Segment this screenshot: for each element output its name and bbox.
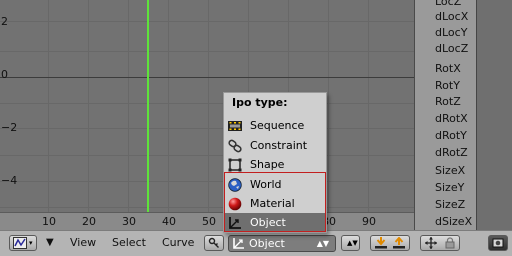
channel-label[interactable]: SizeY: [435, 182, 464, 194]
x-axis-label: 20: [82, 215, 96, 228]
menu-item-label: World: [250, 178, 282, 191]
channel-label[interactable]: SizeX: [435, 165, 465, 177]
channel-label[interactable]: dLocY: [435, 27, 467, 39]
curve-menu[interactable]: Curve: [162, 237, 194, 249]
current-frame-line[interactable]: [147, 0, 149, 212]
ipo-type-menu: Ipo type: Sequence Constraint Shape Worl…: [223, 92, 327, 233]
grid-line: [168, 0, 169, 212]
render-button[interactable]: [488, 235, 508, 251]
grid-line: [0, 155, 414, 156]
x-axis-label: 90: [362, 215, 376, 228]
channel-label[interactable]: RotY: [435, 80, 460, 92]
sequence-icon: [228, 121, 242, 131]
channel-list[interactable]: LocZ dLocX dLocY dLocZ RotX RotY RotZ dR…: [414, 0, 477, 230]
menu-item-label: Material: [250, 197, 295, 210]
menu-item-object[interactable]: Object: [225, 213, 325, 232]
constraint-icon: [228, 139, 242, 153]
grid-line: [88, 0, 89, 212]
menu-item-label: Constraint: [250, 139, 308, 152]
key-mode-button[interactable]: [204, 235, 224, 251]
select-menu[interactable]: Select: [112, 237, 146, 249]
channel-label[interactable]: dSizeX: [435, 216, 472, 228]
grid-line: [0, 103, 414, 104]
grid-line: [208, 0, 209, 212]
channel-label[interactable]: LocZ: [435, 0, 461, 8]
grid-line: [128, 0, 129, 212]
channel-label[interactable]: RotX: [435, 63, 461, 75]
ipo-header: ▾ ▼ View Select Curve Object ▲▼ ▲▼: [0, 230, 512, 256]
x-axis-label: 10: [42, 215, 56, 228]
menu-item-sequence[interactable]: Sequence: [225, 116, 325, 135]
menu-item-material[interactable]: Material: [225, 194, 325, 213]
grid-line: [0, 128, 414, 129]
menu-title: Ipo type:: [232, 96, 288, 109]
channel-visibility-strip: [476, 0, 512, 230]
ipo-editor: 2 0 −2 −4 10 20 30 40 50 60 70 80 90 Loc…: [0, 0, 512, 256]
grid-line: [368, 0, 369, 212]
grid-line: [48, 0, 49, 212]
channel-label[interactable]: dLocZ: [435, 43, 468, 55]
lock-icon: [445, 237, 455, 249]
paste-up-icon: [393, 237, 405, 249]
object-icon: [229, 217, 241, 229]
copy-paste-buttons[interactable]: [370, 235, 410, 251]
channel-label[interactable]: SizeZ: [435, 199, 465, 211]
collapse-menu-triangle-icon[interactable]: ▼: [46, 237, 54, 249]
world-icon: [228, 178, 242, 192]
copy-down-icon: [375, 237, 387, 249]
x-axis-label: 50: [202, 215, 216, 228]
grid-line: [0, 51, 414, 52]
grid-line: [0, 181, 414, 182]
render-icon: [492, 238, 504, 248]
updown-arrows-icon: ▲▼: [347, 239, 358, 247]
editor-type-button[interactable]: ▾: [9, 235, 37, 251]
y-axis-label: 2: [1, 15, 8, 28]
shape-icon: [228, 158, 242, 172]
ipo-editor-icon: [13, 237, 27, 249]
channel-label[interactable]: dRotX: [435, 113, 468, 125]
view-nav-buttons[interactable]: [420, 235, 460, 251]
y-axis-label: −4: [1, 174, 18, 187]
ipo-type-value: Object: [249, 237, 285, 250]
channel-label[interactable]: dLocX: [435, 11, 468, 23]
ipo-type-select[interactable]: Object ▲▼: [228, 235, 336, 252]
menu-item-label: Sequence: [250, 119, 305, 132]
frame-ruler[interactable]: 10 20 30 40 50 60 70 80 90: [0, 212, 414, 231]
updown-arrows-icon: ▲▼: [316, 239, 329, 248]
channel-label[interactable]: dRotY: [435, 130, 467, 142]
object-icon: [233, 238, 244, 249]
y-axis-label: −2: [1, 121, 18, 134]
x-axis-label: 40: [162, 215, 176, 228]
key-icon: [208, 237, 219, 248]
grid-line: [0, 21, 414, 22]
grid-line: [0, 207, 414, 208]
material-icon: [228, 197, 242, 211]
zero-axis-line: [0, 77, 414, 78]
grid-line: [328, 0, 329, 212]
channel-label[interactable]: RotZ: [435, 96, 461, 108]
y-axis-label: 0: [1, 68, 8, 81]
menu-item-label: Shape: [250, 158, 285, 171]
x-axis-label: 30: [122, 215, 136, 228]
chevron-down-icon: ▾: [29, 239, 33, 247]
view-menu[interactable]: View: [70, 237, 96, 249]
menu-item-shape[interactable]: Shape: [225, 155, 325, 174]
menu-item-constraint[interactable]: Constraint: [225, 136, 325, 155]
menu-item-world[interactable]: World: [225, 175, 325, 194]
move-view-icon: [425, 237, 437, 249]
ipo-graph-area[interactable]: 2 0 −2 −4: [0, 0, 414, 212]
menu-item-label: Object: [250, 216, 286, 229]
pin-button[interactable]: ▲▼: [341, 235, 360, 251]
channel-label[interactable]: dRotZ: [435, 147, 468, 159]
